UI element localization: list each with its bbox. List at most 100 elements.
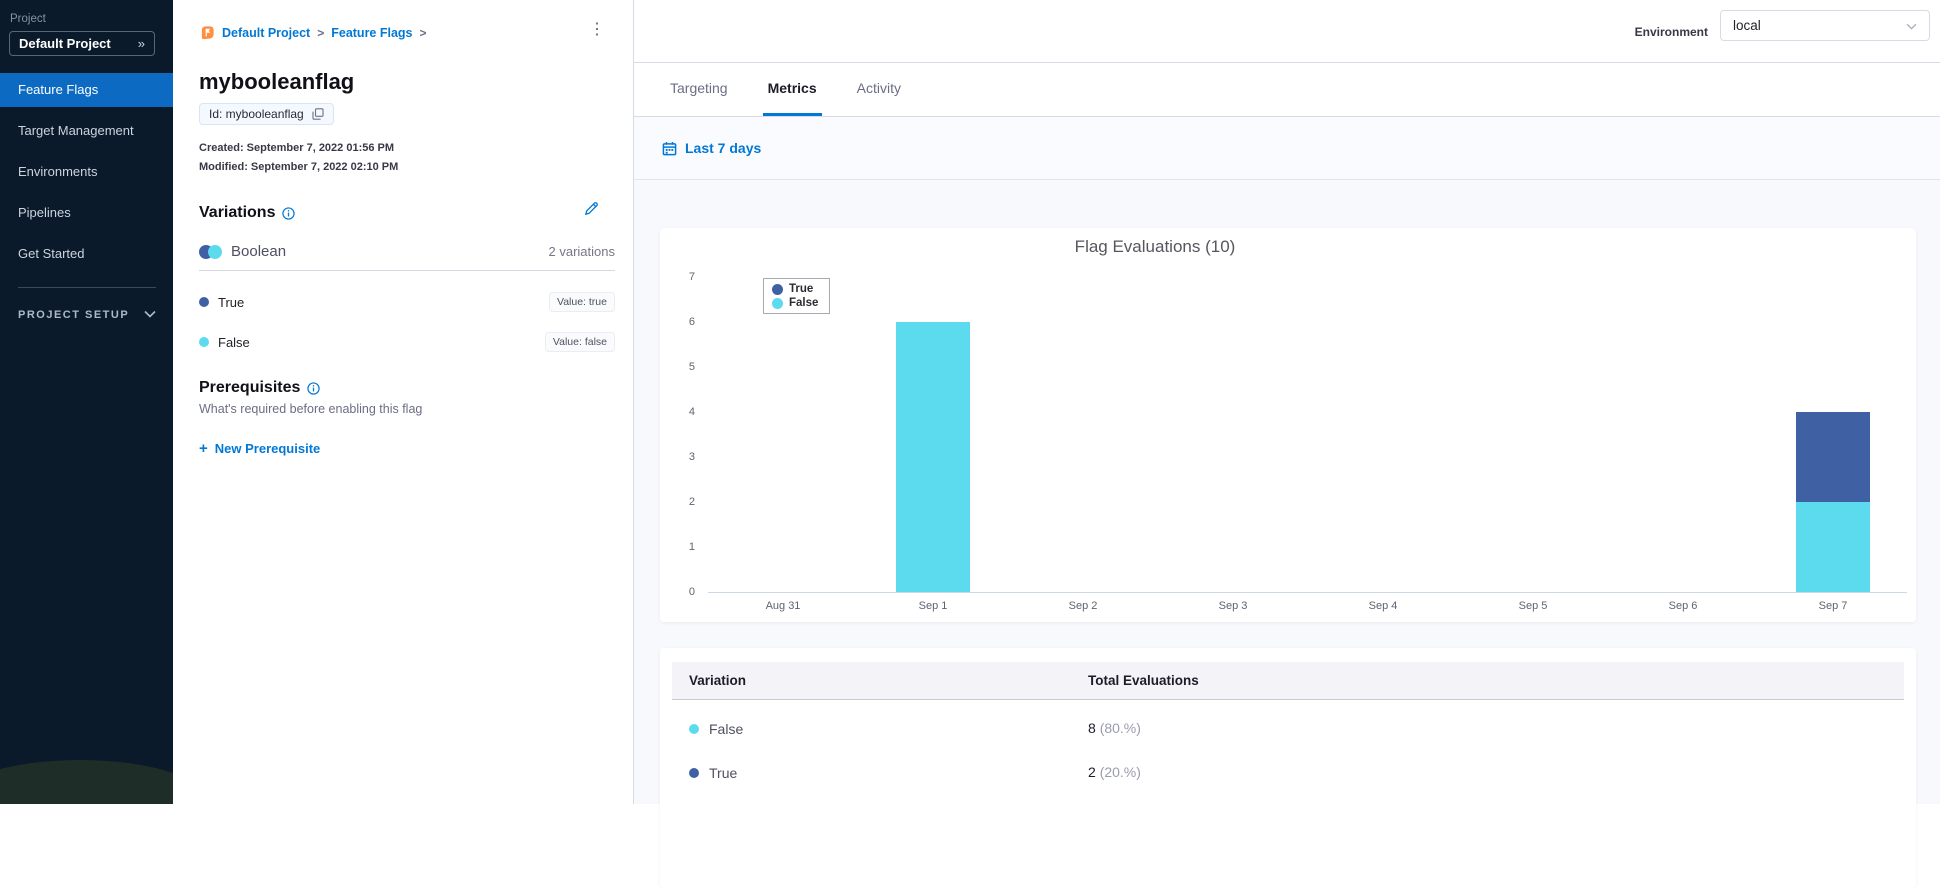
flag-name-title: mybooleanflag: [199, 69, 355, 94]
x-axis-label: Aug 31: [765, 600, 801, 612]
calendar-icon: [662, 141, 677, 156]
date-range-filter-button[interactable]: Last 7 days: [685, 140, 761, 156]
sidebar-item-get-started[interactable]: Get Started: [0, 237, 173, 271]
environment-topbar: Environment local: [634, 0, 1940, 63]
variation-row-true: True Value: true: [199, 282, 615, 322]
copy-icon[interactable]: [312, 108, 324, 120]
more-options-button[interactable]: ⋮: [583, 20, 611, 40]
environment-label: Environment: [1634, 25, 1708, 39]
chevron-down-icon: [144, 309, 156, 321]
prerequisites-heading: Prerequisites: [199, 379, 321, 397]
tab-metrics[interactable]: Metrics: [762, 63, 822, 116]
sidebar-section-project-setup[interactable]: PROJECT SETUP: [18, 309, 156, 321]
variation-row-false: False Value: false: [199, 322, 615, 362]
total-evaluations-value: 8: [1088, 720, 1100, 736]
variation-count: 2 variations: [548, 244, 615, 259]
flag-detail-panel: Default Project > Feature Flags > ⋮ mybo…: [173, 0, 634, 804]
project-label: Project: [10, 13, 46, 25]
x-axis-label: Sep 3: [1218, 600, 1248, 612]
flag-id-text: Id: mybooleanflag: [209, 107, 304, 121]
variation-color-dot: [689, 724, 699, 734]
y-axis-label: 1: [688, 541, 695, 553]
table-header-row: Variation Total Evaluations: [672, 662, 1904, 700]
tab-targeting[interactable]: Targeting: [665, 63, 733, 116]
new-prerequisite-button[interactable]: + New Prerequisite: [199, 441, 320, 456]
x-axis-label: Sep 5: [1518, 600, 1548, 612]
sidebar: Project Default Project » Feature Flags T…: [0, 0, 173, 804]
sidebar-decoration: [0, 760, 173, 804]
info-icon[interactable]: [307, 381, 321, 395]
date-range-filter-bar: Last 7 days: [634, 117, 1940, 180]
sidebar-section-label: PROJECT SETUP: [18, 309, 130, 321]
boolean-type-icon: [199, 244, 222, 259]
total-evaluations-value: 2: [1088, 764, 1100, 780]
bar-segment-false-sep-7[interactable]: [1796, 502, 1870, 592]
x-axis-label: Sep 6: [1668, 600, 1698, 612]
tab-bar: Targeting Metrics Activity: [634, 63, 1940, 117]
sidebar-menu: Feature Flags Target Management Environmen…: [0, 73, 173, 278]
project-selector[interactable]: Default Project »: [9, 31, 155, 56]
variation-color-dot: [199, 337, 209, 347]
variation-type: Boolean: [199, 243, 286, 260]
metrics-content: Flag Evaluations (10) True False 01234567…: [634, 180, 1940, 888]
evaluations-table-card: Variation Total Evaluations False 8 (80.%…: [660, 648, 1916, 888]
chevron-right-icon: >: [419, 25, 427, 40]
table-header-variation: Variation: [689, 673, 747, 688]
new-prerequisite-label: New Prerequisite: [214, 441, 321, 456]
variation-type-row: Boolean 2 variations: [199, 243, 615, 260]
tab-activity[interactable]: Activity: [852, 63, 906, 116]
evaluations-table-body: False 8 (80.%) True 2 (20.%): [672, 707, 1904, 795]
variations-title-text: Variations: [199, 204, 276, 221]
breadcrumb: Default Project > Feature Flags >: [200, 25, 427, 40]
x-axis-line: [708, 592, 1907, 593]
feature-flags-module-icon: [200, 25, 215, 40]
y-axis-label: 2: [688, 496, 695, 508]
bar-segment-false-sep-1[interactable]: [896, 322, 970, 592]
total-evaluations-percent: (80.%): [1099, 720, 1141, 736]
sidebar-item-pipelines[interactable]: Pipelines: [0, 196, 173, 230]
variation-name: False: [709, 721, 744, 737]
y-axis-label: 0: [688, 586, 695, 598]
table-row-false: False 8 (80.%): [672, 707, 1904, 751]
y-axis-label: 5: [688, 361, 695, 373]
chevron-right-icon: >: [317, 25, 325, 40]
variation-list: True Value: true False Value: false: [199, 282, 615, 362]
x-axis-label: Sep 4: [1368, 600, 1398, 612]
flag-created-date: Created: September 7, 2022 01:56 PM: [199, 142, 395, 154]
y-axis-label: 3: [688, 451, 695, 463]
environment-select-value: local: [1733, 18, 1761, 33]
variation-name: True: [709, 765, 738, 781]
sidebar-item-environments[interactable]: Environments: [0, 155, 173, 189]
y-axis-label: 6: [688, 316, 695, 328]
y-axis-label: 7: [688, 271, 695, 283]
divider: [199, 270, 615, 271]
breadcrumb-feature-flags-link[interactable]: Feature Flags: [331, 26, 412, 40]
x-axis-label: Sep 1: [918, 600, 948, 612]
environment-panel: Environment local Targeting Metrics Activi…: [634, 0, 1940, 888]
chevron-down-icon: [1906, 18, 1917, 33]
variation-type-label: Boolean: [231, 243, 287, 260]
variations-heading: Variations: [199, 204, 296, 222]
breadcrumb-project-link[interactable]: Default Project: [222, 26, 310, 40]
prerequisites-title-text: Prerequisites: [199, 379, 301, 396]
info-icon[interactable]: [282, 206, 296, 220]
y-axis-label: 4: [688, 406, 695, 418]
flag-id-chip: Id: mybooleanflag: [199, 103, 334, 125]
chart-plot: 0 1 2 3 4 5 6 7 Aug 31 Sep 1 Sep 2 Sep 3 Sep 4 Sep 5 S…: [660, 228, 1916, 622]
table-header-total-evaluations: Total Evaluations: [1088, 672, 1199, 688]
variation-value-chip: Value: true: [548, 292, 615, 312]
prerequisites-subtitle: What's required before enabling this fla…: [199, 402, 423, 416]
bar-segment-true-sep-7[interactable]: [1796, 412, 1870, 502]
variation-color-dot: [199, 297, 209, 307]
total-evaluations-percent: (20.%): [1099, 764, 1141, 780]
edit-variations-pencil-icon[interactable]: [583, 200, 600, 222]
double-chevron-icon: »: [137, 36, 145, 51]
variation-value-chip: Value: false: [544, 332, 615, 352]
variation-name: True: [218, 294, 245, 310]
project-selector-value: Default Project: [19, 36, 111, 51]
x-axis-label: Sep 7: [1818, 600, 1848, 612]
sidebar-item-feature-flags[interactable]: Feature Flags: [0, 73, 173, 107]
environment-select[interactable]: local: [1720, 10, 1930, 41]
sidebar-item-target-management[interactable]: Target Management: [0, 114, 173, 148]
variation-color-dot: [689, 768, 699, 778]
